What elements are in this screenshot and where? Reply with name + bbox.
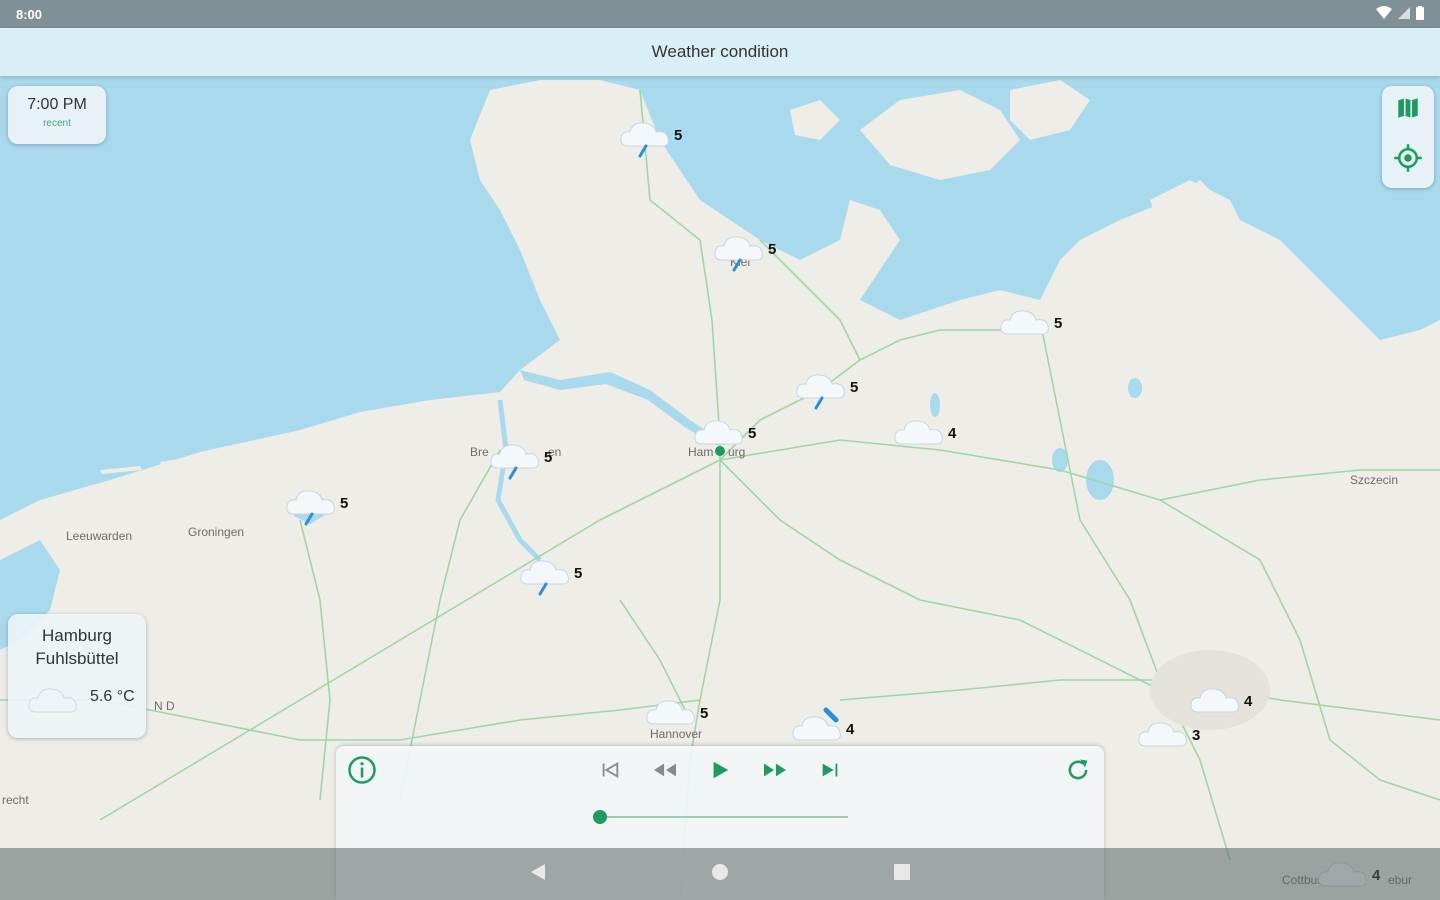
play-button[interactable] bbox=[704, 756, 736, 788]
map-label: Szczecin bbox=[1350, 473, 1398, 487]
map-layer-button[interactable] bbox=[1392, 94, 1424, 126]
map-label: recht bbox=[2, 793, 29, 807]
play-icon bbox=[709, 759, 731, 786]
marker-value: 4 bbox=[948, 425, 957, 442]
home-icon bbox=[711, 863, 729, 886]
cloud-icon bbox=[26, 682, 82, 721]
lake bbox=[1086, 460, 1114, 500]
station-name-line1: Hamburg bbox=[42, 626, 112, 645]
status-bar: 8:00 bbox=[0, 0, 1440, 28]
fast-forward-icon bbox=[761, 759, 789, 786]
wifi-icon bbox=[1376, 6, 1392, 23]
map-label: N D bbox=[154, 699, 175, 713]
skip-start-icon bbox=[599, 759, 621, 786]
skip-end-button[interactable] bbox=[814, 756, 846, 788]
map-icon bbox=[1395, 95, 1421, 126]
status-time: 8:00 bbox=[16, 7, 43, 22]
lake bbox=[930, 393, 940, 417]
fast-forward-button[interactable] bbox=[759, 756, 791, 788]
back-button[interactable] bbox=[526, 862, 550, 886]
map-label: Ham bbox=[688, 445, 713, 459]
marker-value: 5 bbox=[340, 495, 348, 512]
map-controls bbox=[1382, 86, 1434, 188]
forecast-time-label: recent bbox=[43, 118, 71, 129]
back-icon bbox=[530, 863, 546, 886]
timeline-thumb[interactable] bbox=[593, 810, 607, 824]
skip-end-icon bbox=[819, 759, 841, 786]
station-name: Hamburg Fuhlsbüttel bbox=[8, 624, 146, 670]
marker-value: 5 bbox=[544, 449, 552, 466]
signal-icon bbox=[1398, 7, 1410, 22]
location-dot bbox=[715, 446, 725, 456]
info-icon bbox=[347, 755, 377, 790]
marker-value: 5 bbox=[768, 241, 776, 258]
map-label: Bre bbox=[470, 445, 489, 459]
recents-icon bbox=[893, 863, 911, 886]
timeline-track[interactable] bbox=[600, 816, 848, 818]
refresh-icon bbox=[1064, 756, 1092, 789]
marker-value: 3 bbox=[1192, 727, 1200, 744]
marker-value: 5 bbox=[700, 705, 708, 722]
marker-value: 5 bbox=[674, 127, 682, 144]
marker-value: 5 bbox=[574, 565, 582, 582]
marker-value: 5 bbox=[748, 425, 756, 442]
lake bbox=[1128, 378, 1142, 398]
map-label: urg bbox=[728, 445, 745, 459]
station-name-line2: Fuhlsbüttel bbox=[35, 649, 119, 668]
marker-value: 4 bbox=[1244, 693, 1253, 710]
home-button[interactable] bbox=[708, 862, 732, 886]
refresh-button[interactable] bbox=[1062, 756, 1094, 788]
my-location-icon bbox=[1393, 143, 1423, 178]
my-location-button[interactable] bbox=[1392, 143, 1424, 178]
station-card[interactable]: Hamburg Fuhlsbüttel 5.6 °C bbox=[8, 614, 146, 738]
recents-button[interactable] bbox=[890, 862, 914, 886]
time-card[interactable]: 7:00 PM recent bbox=[8, 86, 106, 144]
status-icons bbox=[1376, 6, 1424, 23]
forecast-time: 7:00 PM bbox=[27, 96, 87, 113]
app-bar: Weather condition bbox=[0, 28, 1440, 76]
info-button[interactable] bbox=[346, 755, 378, 790]
page-title: Weather condition bbox=[651, 42, 789, 61]
battery-icon bbox=[1416, 6, 1424, 23]
marker-value: 5 bbox=[1054, 315, 1062, 332]
map-label: Hannover bbox=[650, 727, 702, 741]
marker-value: 4 bbox=[846, 721, 855, 738]
rewind-icon bbox=[651, 759, 679, 786]
station-temperature: 5.6 °C bbox=[90, 688, 135, 705]
skip-start-button[interactable] bbox=[594, 756, 626, 788]
rewind-button[interactable] bbox=[649, 756, 681, 788]
marker-value: 5 bbox=[850, 379, 858, 396]
map-label: Leeuwarden bbox=[66, 529, 132, 543]
map-label: Groningen bbox=[188, 525, 244, 539]
system-nav-bar bbox=[0, 848, 1440, 900]
